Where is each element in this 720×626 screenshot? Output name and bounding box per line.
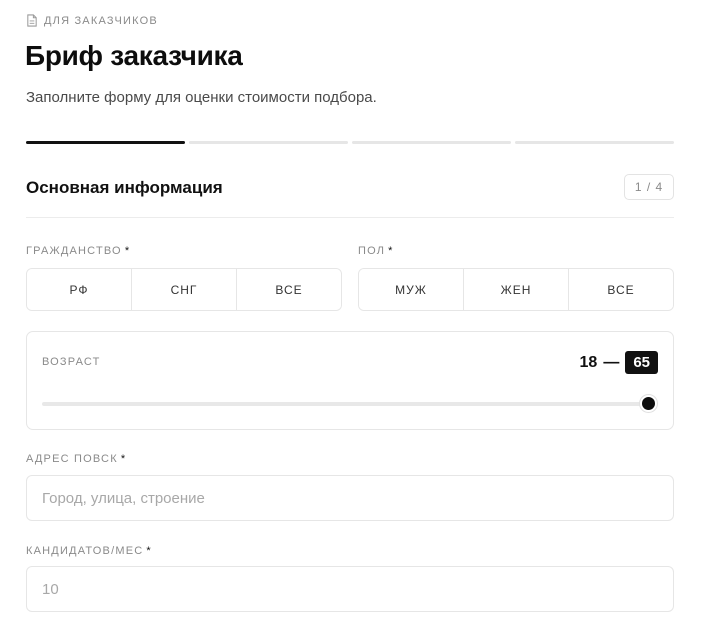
candidates-label: КАНДИДАТОВ/МЕС *	[26, 545, 152, 557]
page-subtitle: Заполните форму для оценки стоимости под…	[26, 89, 377, 106]
required-mark: *	[120, 453, 127, 465]
candidates-label-text: КАНДИДАТОВ/МЕС	[26, 545, 144, 557]
age-card: ВОЗРАСТ 18 — 65	[26, 331, 674, 430]
citizenship-selector: РФ СНГ ВСЕ	[26, 268, 342, 311]
age-slider-thumb[interactable]	[640, 395, 657, 412]
progress-segment-4	[515, 141, 674, 144]
gender-option-female[interactable]: ЖЕН	[464, 269, 569, 310]
document-icon	[27, 14, 37, 27]
step-badge: 1 / 4	[624, 174, 674, 200]
required-mark: *	[146, 545, 152, 557]
age-range-separator: —	[603, 353, 620, 371]
section-header: Основная информация 1 / 4	[26, 174, 674, 218]
progress-segment-3	[352, 141, 511, 144]
gender-label-text: ПОЛ	[358, 245, 386, 257]
section-title: Основная информация	[26, 178, 223, 197]
age-slider-track[interactable]	[42, 402, 654, 406]
step-progress	[26, 141, 674, 144]
citizenship-label: ГРАЖДАНСТВО *	[26, 245, 130, 257]
gender-option-male[interactable]: МУЖ	[359, 269, 464, 310]
eyebrow: ДЛЯ ЗАКАЗЧИКОВ	[26, 14, 158, 27]
candidates-per-month-input[interactable]	[26, 566, 674, 612]
gender-label: ПОЛ *	[358, 245, 394, 257]
progress-segment-2	[189, 141, 348, 144]
gender-option-all[interactable]: ВСЕ	[569, 269, 673, 310]
address-input[interactable]	[26, 475, 674, 521]
required-mark: *	[124, 245, 131, 257]
address-label: АДРЕС ПОВСК *	[26, 453, 126, 465]
gender-selector: МУЖ ЖЕН ВСЕ	[358, 268, 674, 311]
age-range-readout: 18 — 65	[580, 351, 658, 374]
age-max-value: 65	[625, 351, 658, 374]
age-min-value: 18	[579, 353, 598, 371]
eyebrow-text: ДЛЯ ЗАКАЗЧИКОВ	[44, 14, 158, 27]
citizenship-option-cis[interactable]: СНГ	[132, 269, 237, 310]
progress-segment-1	[26, 141, 185, 144]
required-mark: *	[388, 245, 394, 257]
page-title: Бриф заказчика	[25, 40, 243, 71]
citizenship-option-all[interactable]: ВСЕ	[237, 269, 341, 310]
address-label-text: АДРЕС ПОВСК	[26, 453, 118, 465]
age-label: ВОЗРАСТ	[42, 356, 101, 368]
citizenship-option-rf[interactable]: РФ	[27, 269, 132, 310]
citizenship-label-text: ГРАЖДАНСТВО	[26, 245, 122, 257]
